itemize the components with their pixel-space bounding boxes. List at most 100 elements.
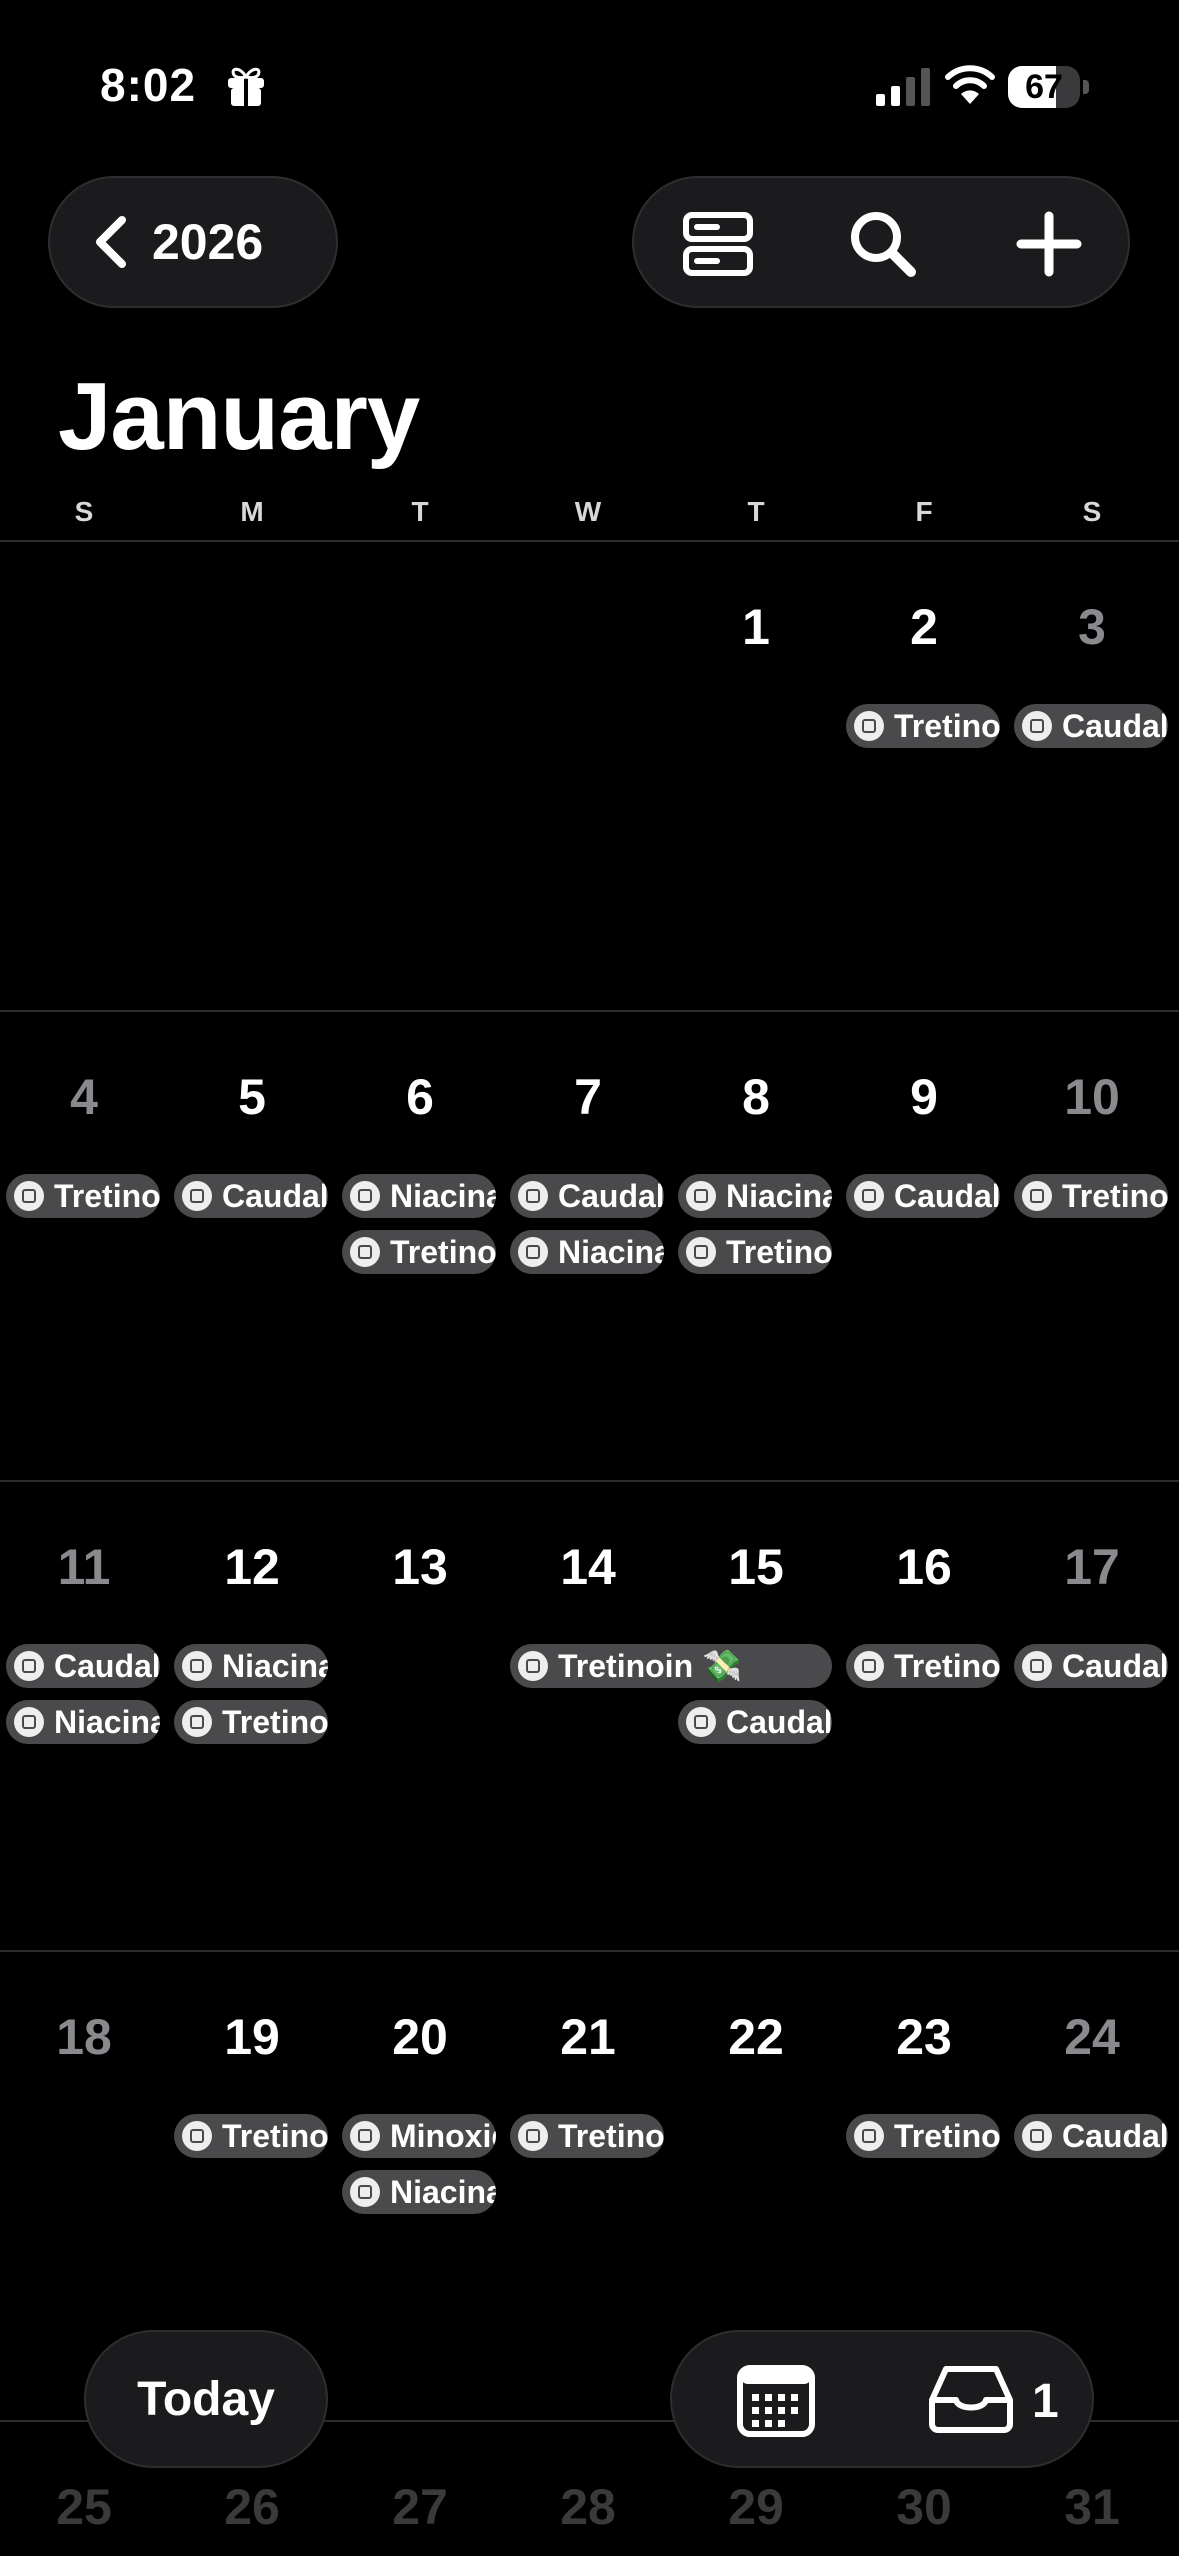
event-chip[interactable]: Tretinoin (510, 2114, 664, 2158)
day-cell[interactable]: 15 (672, 1538, 840, 1596)
event-chip[interactable]: Tretinoin (342, 1230, 496, 1274)
day-cell[interactable]: 27 (336, 2478, 504, 2536)
event-chip[interactable]: Tretinoin (1014, 1174, 1168, 1218)
event-calendar-icon (350, 2177, 380, 2207)
event-calendar-icon (14, 1651, 44, 1681)
event-calendar-icon (14, 1181, 44, 1211)
event-chip[interactable]: Tretinoin (846, 704, 1000, 748)
inbox-icon[interactable] (928, 2364, 1014, 2434)
today-button[interactable]: Today (84, 2330, 328, 2468)
event-title: Tretinoin (54, 1177, 160, 1214)
search-button[interactable] (828, 178, 938, 310)
event-chip[interactable]: Tretinoin (6, 1174, 160, 1218)
day-cell[interactable]: 25 (0, 2478, 168, 2536)
event-calendar-icon (182, 1707, 212, 1737)
day-cell[interactable]: 21 (504, 2008, 672, 2066)
event-chip[interactable]: Caudalie (6, 1644, 160, 1688)
day-cell[interactable]: 22 (672, 2008, 840, 2066)
event-chip[interactable]: Niacinamide (342, 2170, 496, 2214)
weekday-fri: F (915, 496, 933, 527)
event-calendar-icon (854, 1181, 884, 1211)
day-cell[interactable]: 13 (336, 1538, 504, 1596)
day-cell[interactable]: 9 (840, 1068, 1008, 1126)
day-cell[interactable]: 11 (0, 1538, 168, 1596)
day-cell[interactable]: 28 (504, 2478, 672, 2536)
view-toggle-button[interactable] (663, 178, 773, 310)
day-cell[interactable]: 29 (672, 2478, 840, 2536)
event-chip[interactable]: Caudalie (1014, 2114, 1168, 2158)
add-event-button[interactable] (994, 178, 1104, 310)
inbox-count: 1 (1032, 2375, 1059, 2428)
day-cell[interactable]: 4 (0, 1068, 168, 1126)
event-calendar-icon (182, 1181, 212, 1211)
chevron-left-icon (96, 216, 126, 268)
event-calendar-icon (182, 1651, 212, 1681)
day-cell[interactable]: 24 (1008, 2008, 1176, 2066)
event-title: Tretinoin (222, 1703, 328, 1740)
day-cell[interactable]: 31 (1008, 2478, 1176, 2536)
event-chip[interactable]: Niacinamide (510, 1230, 664, 1274)
event-calendar-icon (854, 1651, 884, 1681)
event-title: Niacinamide (54, 1703, 160, 1740)
event-chip[interactable]: Caudalie (510, 1174, 664, 1218)
day-cell[interactable]: 3 (1008, 598, 1176, 656)
event-calendar-icon (518, 1237, 548, 1267)
event-chip[interactable]: Tretinoin (846, 1644, 1000, 1688)
event-calendar-icon (1022, 1181, 1052, 1211)
event-chip[interactable]: Caudalie (846, 1174, 1000, 1218)
event-chip[interactable]: Caudalie (1014, 1644, 1168, 1688)
back-to-year-button[interactable]: 2026 (48, 176, 338, 308)
search-icon (851, 212, 916, 277)
day-cell[interactable]: 6 (336, 1068, 504, 1126)
day-cell[interactable]: 2 (840, 598, 1008, 656)
day-cell[interactable]: 1 (672, 598, 840, 656)
day-cell[interactable]: 19 (168, 2008, 336, 2066)
day-cell[interactable]: 5 (168, 1068, 336, 1126)
event-title: Tretinoin 💸 (558, 1648, 742, 1684)
weekday-mon: M (240, 496, 264, 527)
week-divider (0, 1480, 1179, 1482)
battery-icon: 67 (1008, 66, 1089, 108)
day-cell[interactable]: 14 (504, 1538, 672, 1596)
event-title: Caudalie (1062, 707, 1168, 744)
day-cell[interactable]: 18 (0, 2008, 168, 2066)
event-chip[interactable]: Tretinoin (174, 2114, 328, 2158)
day-cell[interactable]: 10 (1008, 1068, 1176, 1126)
event-title: Tretinoin (1062, 1177, 1168, 1214)
event-chip[interactable]: Minoxidil (342, 2114, 496, 2158)
list-view-icon (683, 212, 753, 276)
event-chip[interactable]: Caudalie (174, 1174, 328, 1218)
event-calendar-icon (518, 1181, 548, 1211)
event-title: Niacinamide (390, 2173, 496, 2210)
event-chip[interactable]: Niacinamide (678, 1174, 832, 1218)
day-cell[interactable]: 8 (672, 1068, 840, 1126)
day-cell[interactable]: 23 (840, 2008, 1008, 2066)
day-cell[interactable]: 17 (1008, 1538, 1176, 1596)
event-chip[interactable]: Tretinoin (678, 1230, 832, 1274)
event-chip[interactable]: Caudalie (678, 1700, 832, 1744)
event-chip[interactable]: Tretinoin 💸 (510, 1644, 832, 1688)
event-chip[interactable]: Tretinoin (846, 2114, 1000, 2158)
event-chip[interactable]: Caudalie (1014, 704, 1168, 748)
toolbar (632, 176, 1130, 308)
event-chip[interactable]: Tretinoin (174, 1700, 328, 1744)
event-chip[interactable]: Niacinamide (6, 1700, 160, 1744)
day-cell[interactable]: 20 (336, 2008, 504, 2066)
event-calendar-icon (686, 1707, 716, 1737)
event-chip[interactable]: Niacinamide (342, 1174, 496, 1218)
day-cell[interactable]: 16 (840, 1538, 1008, 1596)
calendar-icon[interactable] (736, 2362, 816, 2438)
gift-icon (228, 67, 264, 108)
year-label: 2026 (152, 214, 264, 270)
day-cell[interactable]: 30 (840, 2478, 1008, 2536)
event-title: Niacinamide (726, 1177, 832, 1214)
event-chip[interactable]: Niacinamide (174, 1644, 328, 1688)
day-cell[interactable]: 7 (504, 1068, 672, 1126)
event-calendar-icon (182, 2121, 212, 2151)
week-divider (0, 1950, 1179, 1952)
day-cell[interactable]: 26 (168, 2478, 336, 2536)
day-cell[interactable]: 12 (168, 1538, 336, 1596)
event-title: Caudalie (558, 1177, 664, 1214)
event-calendar-icon (350, 1181, 380, 1211)
event-title: Tretinoin (726, 1233, 832, 1270)
